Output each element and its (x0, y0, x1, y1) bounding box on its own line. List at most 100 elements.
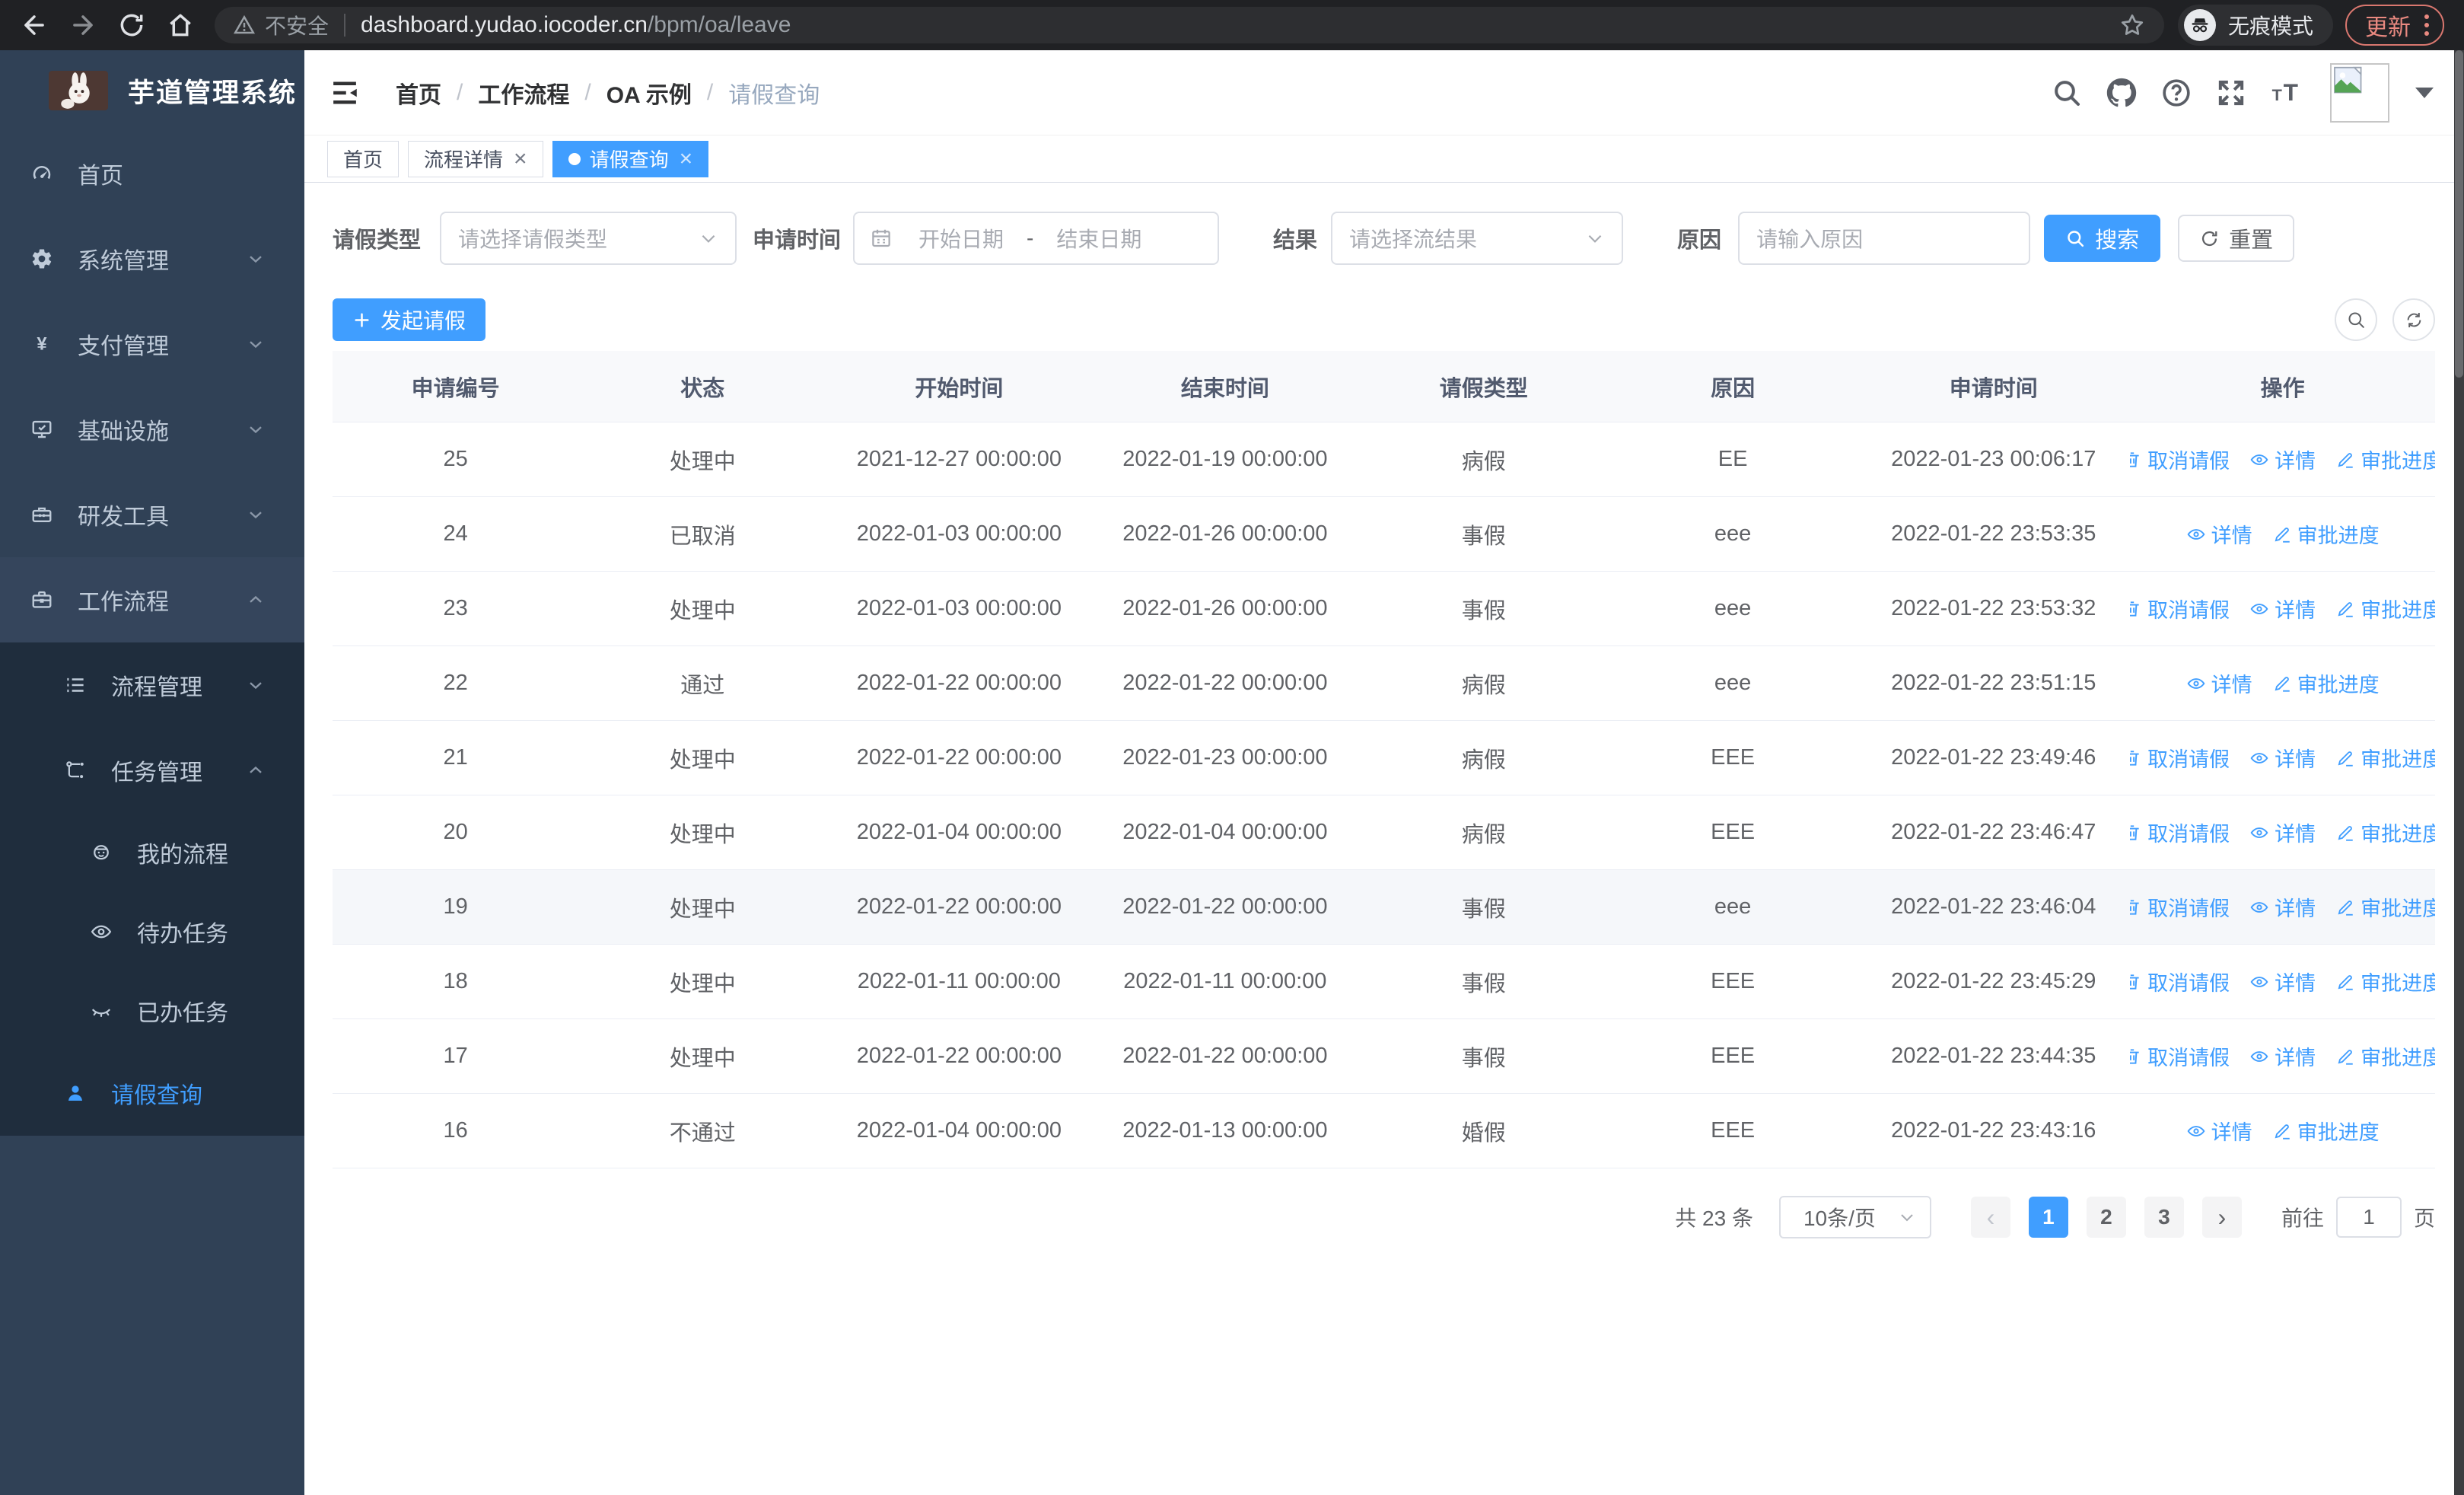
avatar[interactable] (2330, 62, 2389, 123)
breadcrumb-item-首页[interactable]: 首页 (396, 76, 441, 110)
action-cancel-link[interactable]: 取消请假 (2130, 445, 2230, 474)
sidebar-item-任务管理[interactable]: 任务管理 (0, 728, 304, 813)
sidebar-item-请假查询[interactable]: 请假查询 (0, 1050, 304, 1136)
avatar-caret-icon[interactable] (2415, 87, 2434, 98)
browser-reload-icon[interactable] (117, 11, 146, 40)
end-date-placeholder[interactable]: 结束日期 (1038, 223, 1160, 253)
close-tab-icon[interactable]: × (680, 147, 693, 171)
dashboard-icon (33, 166, 51, 180)
pen-icon (2338, 452, 2353, 468)
bookmark-star-icon[interactable] (2119, 11, 2146, 39)
sidebar-item-工作流程[interactable]: 工作流程 (0, 557, 304, 642)
browser-home-icon[interactable] (166, 11, 195, 40)
sidebar-item-系统管理[interactable]: 系统管理 (0, 216, 304, 301)
sidebar-item-流程管理[interactable]: 流程管理 (0, 642, 304, 728)
sidebar-item-支付管理[interactable]: ¥ 支付管理 (0, 301, 304, 387)
browser-back-icon[interactable] (20, 11, 49, 40)
apply-time-range-picker[interactable]: 开始日期 - 结束日期 (853, 212, 1220, 265)
tab-首页[interactable]: 首页 (327, 140, 400, 177)
action-detail-link[interactable]: 详情 (2186, 1116, 2252, 1146)
sidebar-item-已办任务[interactable]: 已办任务 (0, 971, 304, 1050)
prev-page-button[interactable]: ‹ (1970, 1197, 2010, 1238)
breadcrumb-item-OA 示例[interactable]: OA 示例 (606, 76, 692, 110)
font-size-icon[interactable]: TT (2271, 78, 2301, 108)
action-detail-link[interactable]: 详情 (2249, 594, 2316, 623)
tab-流程详情[interactable]: 流程详情 × (408, 140, 543, 177)
row-status: 处理中 (669, 822, 736, 847)
refresh-icon (2202, 231, 2217, 246)
search-icon[interactable] (2052, 78, 2082, 108)
sidebar-item-我的流程[interactable]: 我的流程 (0, 813, 304, 892)
action-detail-link[interactable]: 详情 (2249, 445, 2316, 474)
update-label[interactable]: 更新 (2365, 8, 2411, 42)
breadcrumb-item-工作流程[interactable]: 工作流程 (478, 76, 569, 110)
row-apply-time: 2022-01-22 23:53:35 (1891, 521, 2096, 546)
result-placeholder: 请选择流结果 (1349, 228, 1478, 251)
tab-请假查询[interactable]: 请假查询 × (552, 140, 709, 177)
action-cancel-link[interactable]: 取消请假 (2130, 594, 2230, 623)
fullscreen-icon[interactable] (2216, 78, 2246, 108)
action-detail-link[interactable]: 详情 (2249, 743, 2316, 773)
reason-input[interactable]: 请输入原因 (1738, 212, 2031, 265)
reset-button[interactable]: 重置 (2178, 215, 2295, 262)
action-detail-link[interactable]: 详情 (2186, 519, 2252, 549)
page-button-1[interactable]: 1 (2028, 1197, 2068, 1238)
sidebar-item-待办任务[interactable]: 待办任务 (0, 892, 304, 971)
row-apply-time: 2022-01-22 23:43:16 (1891, 1118, 2096, 1143)
page-button-3[interactable]: 3 (2144, 1197, 2184, 1238)
action-label: 审批进度 (2297, 1121, 2380, 1144)
action-cancel-link[interactable]: 取消请假 (2130, 743, 2230, 773)
action-detail-link[interactable]: 详情 (2249, 967, 2316, 996)
security-label[interactable]: 不安全 (265, 10, 329, 40)
start-date-placeholder[interactable]: 开始日期 (900, 223, 1022, 253)
chevron-up-icon (250, 766, 262, 773)
action-progress-link[interactable]: 审批进度 (2272, 1116, 2380, 1146)
help-icon[interactable] (2161, 78, 2192, 108)
refresh-table-button[interactable] (2392, 298, 2435, 341)
page-scrollbar[interactable] (2454, 50, 2464, 1495)
action-progress-link[interactable]: 审批进度 (2335, 967, 2435, 996)
action-progress-link[interactable]: 审批进度 (2335, 818, 2435, 847)
browser-forward-icon[interactable] (68, 11, 97, 40)
browser-menu-icon[interactable] (2424, 14, 2430, 36)
action-cancel-link[interactable]: 取消请假 (2130, 1041, 2230, 1071)
action-cancel-link[interactable]: 取消请假 (2130, 818, 2230, 847)
page-size-select[interactable]: 10条/页 (1778, 1196, 1931, 1238)
next-page-button[interactable]: › (2201, 1197, 2242, 1238)
action-detail-link[interactable]: 详情 (2249, 818, 2316, 847)
action-progress-link[interactable]: 审批进度 (2335, 594, 2435, 623)
action-cancel-link[interactable]: 取消请假 (2130, 892, 2230, 922)
action-progress-link[interactable]: 审批进度 (2335, 1041, 2435, 1071)
address-bar[interactable]: 不安全 dashboard.yudao.iocoder.cn/bpm/oa/le… (215, 7, 2164, 43)
leave-type-select[interactable]: 请选择请假类型 (440, 212, 737, 265)
row-reason: EE (1717, 447, 1748, 471)
action-progress-link[interactable]: 审批进度 (2272, 668, 2380, 698)
action-detail-link[interactable]: 详情 (2186, 668, 2252, 698)
action-detail-link[interactable]: 详情 (2249, 892, 2316, 922)
action-label: 审批进度 (2361, 972, 2435, 995)
sidebar-fold-icon[interactable] (329, 77, 361, 109)
sidebar-item-首页[interactable]: 首页 (0, 131, 304, 216)
sidebar-item-label: 支付管理 (78, 334, 169, 359)
sidebar-item-研发工具[interactable]: 研发工具 (0, 472, 304, 557)
create-leave-button[interactable]: 发起请假 (333, 298, 486, 341)
toggle-search-button[interactable] (2335, 298, 2377, 341)
action-progress-link[interactable]: 审批进度 (2335, 892, 2435, 922)
sidebar-item-基础设施[interactable]: 基础设施 (0, 387, 304, 472)
action-progress-link[interactable]: 审批进度 (2335, 743, 2435, 773)
github-icon[interactable] (2106, 78, 2137, 108)
result-select[interactable]: 请选择流结果 (1331, 212, 1624, 265)
eye-icon (2250, 1050, 2268, 1062)
search-button[interactable]: 搜索 (2044, 215, 2161, 262)
close-tab-icon[interactable]: × (514, 147, 527, 171)
action-label: 审批进度 (2361, 450, 2435, 473)
scrollbar-thumb[interactable] (2455, 50, 2463, 378)
goto-page-input[interactable] (2335, 1197, 2402, 1238)
action-progress-link[interactable]: 审批进度 (2335, 445, 2435, 474)
browser-update-button[interactable]: 更新 (2345, 5, 2445, 46)
app-logo-row[interactable]: 芋道管理系统 (0, 50, 304, 131)
action-detail-link[interactable]: 详情 (2249, 1041, 2316, 1071)
page-button-2[interactable]: 2 (2086, 1197, 2126, 1238)
action-cancel-link[interactable]: 取消请假 (2130, 967, 2230, 996)
action-progress-link[interactable]: 审批进度 (2272, 519, 2380, 549)
